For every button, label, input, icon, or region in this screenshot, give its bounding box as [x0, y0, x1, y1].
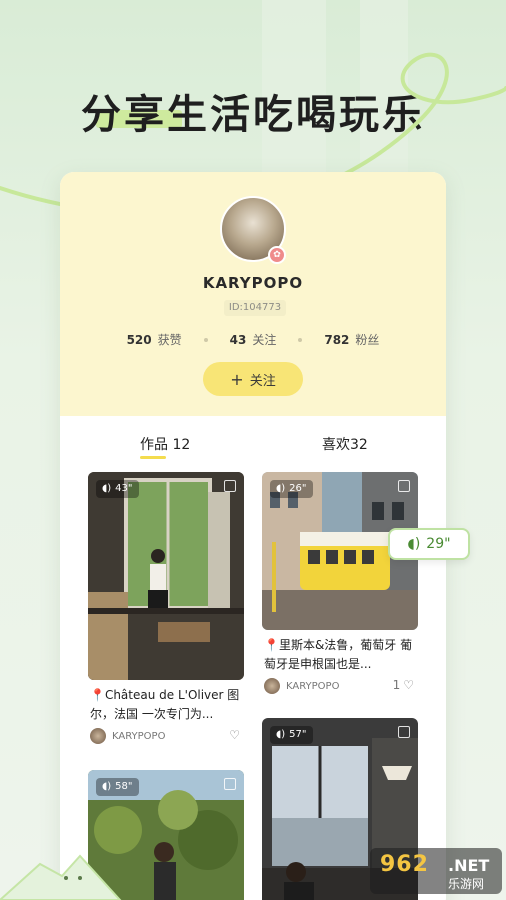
profile-header: ✿ KARYPOPO ID:104773 520 获赞 43 关注 782 粉丝 + …: [60, 172, 446, 416]
plus-icon: +: [230, 369, 244, 389]
duration-tag: ◖) 58": [96, 778, 139, 796]
username: KARYPOPO: [202, 274, 304, 292]
separator-dot: [298, 337, 303, 342]
sound-wave-icon: ◖): [407, 536, 421, 552]
duration-tag: ◖) 57": [270, 726, 313, 744]
content-tabs: 作品 12 喜欢32: [60, 434, 446, 464]
follow-label: 关注: [249, 373, 276, 389]
headline: 分享生活吃喝玩乐: [81, 92, 425, 138]
follow-button[interactable]: + 关注: [203, 362, 303, 396]
post-title: 📍里斯本&法鲁，葡萄牙 葡萄牙是申根国也是...: [264, 638, 413, 671]
sound-wave-icon: ◖): [102, 483, 112, 494]
post-author[interactable]: KARYPOPO: [264, 678, 339, 694]
duration-tag: ◖) 43": [96, 480, 139, 498]
user-id: ID:104773: [224, 300, 286, 316]
stat-likes[interactable]: 520 获赞: [127, 331, 182, 348]
mountain-mascot-icon: [0, 854, 122, 900]
tab-likes[interactable]: 喜欢32: [322, 434, 368, 454]
author-avatar: [264, 678, 280, 694]
duration-tag: ◖) 26": [270, 480, 313, 498]
tab-works[interactable]: 作品 12: [140, 434, 190, 454]
heart-icon: ♡: [403, 678, 414, 692]
post-card[interactable]: ◖) 26" 📍里斯本&法鲁，葡萄牙 葡萄牙是申根国也是... KARYPOPO …: [262, 472, 418, 702]
verified-badge-icon: ✿: [268, 246, 286, 264]
like-button[interactable]: ♡: [229, 728, 240, 742]
active-tab-indicator: [140, 456, 166, 459]
select-square-icon[interactable]: [224, 778, 236, 790]
stat-following[interactable]: 43 关注: [230, 331, 277, 348]
stat-followers[interactable]: 782 粉丝: [324, 331, 379, 348]
separator-dot: [203, 337, 208, 342]
select-square-icon[interactable]: [398, 480, 410, 492]
sound-wave-icon: ◖): [102, 781, 112, 792]
like-button[interactable]: 1 ♡: [393, 678, 414, 692]
post-author[interactable]: KARYPOPO: [90, 728, 165, 744]
select-square-icon[interactable]: [224, 480, 236, 492]
post-card[interactable]: ◖) 43" 📍Château de L'Oliver 图尔，法国 一次专门为..…: [88, 472, 244, 752]
duration-tooltip: ◖) 29": [388, 528, 470, 560]
sound-wave-icon: ◖): [276, 729, 286, 740]
post-title: 📍Château de L'Oliver 图尔，法国 一次专门为...: [90, 688, 240, 721]
site-watermark: 962 .NET 乐游网: [370, 848, 502, 894]
post-image[interactable]: ◖) 43": [88, 472, 244, 680]
heart-icon: ♡: [229, 728, 240, 742]
author-avatar: [90, 728, 106, 744]
select-square-icon[interactable]: [398, 726, 410, 738]
profile-stats: 520 获赞 43 关注 782 粉丝: [60, 331, 446, 348]
sound-wave-icon: ◖): [276, 483, 286, 494]
